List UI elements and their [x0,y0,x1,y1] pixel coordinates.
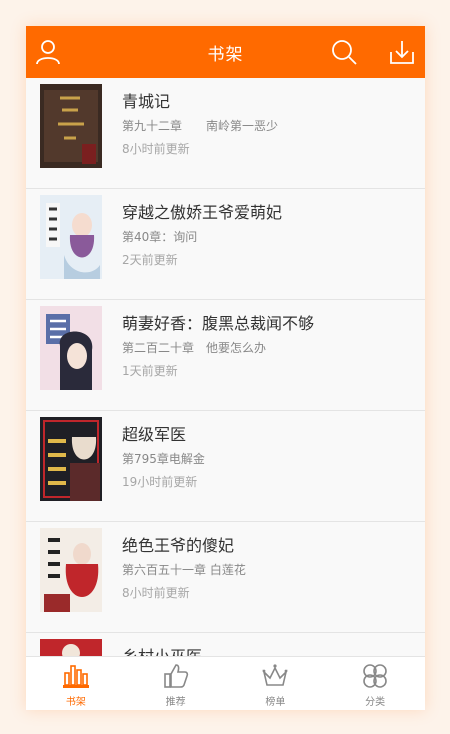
update-time: 2天前更新 [122,253,178,267]
book-cover[interactable] [40,195,102,279]
update-time: 1天前更新 [122,364,178,378]
book-title[interactable]: 穿越之傲娇王爷爱萌妃 [122,199,282,223]
book-row[interactable]: 绝色王爷的傻妃 第六百五十一章 白莲花 8小时前更新 [26,522,425,633]
update-time: 8小时前更新 [122,586,190,600]
book-cover[interactable] [40,417,102,501]
search-icon[interactable] [329,37,359,67]
latest-chapter: 第九十二章 南岭第一恶少 [122,119,279,133]
latest-chapter: 第40章：询问 [122,230,198,244]
tab-ranking[interactable]: 榜单 [226,657,326,710]
book-row[interactable]: 穿越之傲娇王爷爱萌妃 第40章：询问 2天前更新 [26,189,425,300]
tab-label: 推荐 [165,697,186,708]
latest-chapter: 第二百二十章 他要怎么办 [122,341,267,355]
header-bar: 书架 [26,26,425,78]
update-time: 8小时前更新 [122,142,190,156]
tab-recommend[interactable]: 推荐 [126,657,226,710]
book-title[interactable]: 绝色王爷的傻妃 [122,532,234,556]
book-title[interactable]: 乡村小巫医 [122,643,202,656]
tab-label: 书架 [65,697,86,708]
thumbs-up-icon [162,662,190,690]
bottom-tab-bar: 书架 推荐 榜单 分类 [26,656,425,710]
tab-label: 分类 [365,697,386,708]
tab-label: 榜单 [265,697,286,708]
update-time: 19小时前更新 [122,475,198,489]
book-cover[interactable] [40,639,102,656]
bookshelf-list[interactable]: 青城记 第九十二章 南岭第一恶少 8小时前更新 穿越之傲娇王爷爱萌妃 第40章：… [26,78,425,656]
book-cover[interactable] [40,84,102,168]
book-cover[interactable] [40,528,102,612]
book-row[interactable]: 青城记 第九十二章 南岭第一恶少 8小时前更新 [26,78,425,189]
book-row[interactable]: 超级军医 第795章电解金 19小时前更新 [26,411,425,522]
latest-chapter: 第六百五十一章 白莲花 [122,563,246,577]
page-title: 书架 [207,45,244,65]
book-cover[interactable] [40,306,102,390]
book-row[interactable]: 萌妻好香：腹黑总裁闻不够 第二百二十章 他要怎么办 1天前更新 [26,300,425,411]
book-title[interactable]: 青城记 [122,88,170,112]
tab-bookshelf[interactable]: 书架 [26,657,126,710]
crown-icon [261,662,289,690]
tab-category[interactable]: 分类 [325,657,425,710]
bookshelf-icon [62,662,90,690]
download-icon[interactable] [387,37,417,67]
book-row[interactable]: 乡村小巫医 [26,633,425,656]
book-title[interactable]: 超级军医 [122,421,186,445]
app-screen: 书架 青城记 第九十二章 南岭第一恶少 8小时前更新 穿越之傲娇王爷爱萌妃 第4… [26,26,425,710]
book-title[interactable]: 萌妻好香：腹黑总裁闻不够 [122,310,314,334]
clover-icon [361,662,389,690]
latest-chapter: 第795章电解金 [122,452,205,466]
